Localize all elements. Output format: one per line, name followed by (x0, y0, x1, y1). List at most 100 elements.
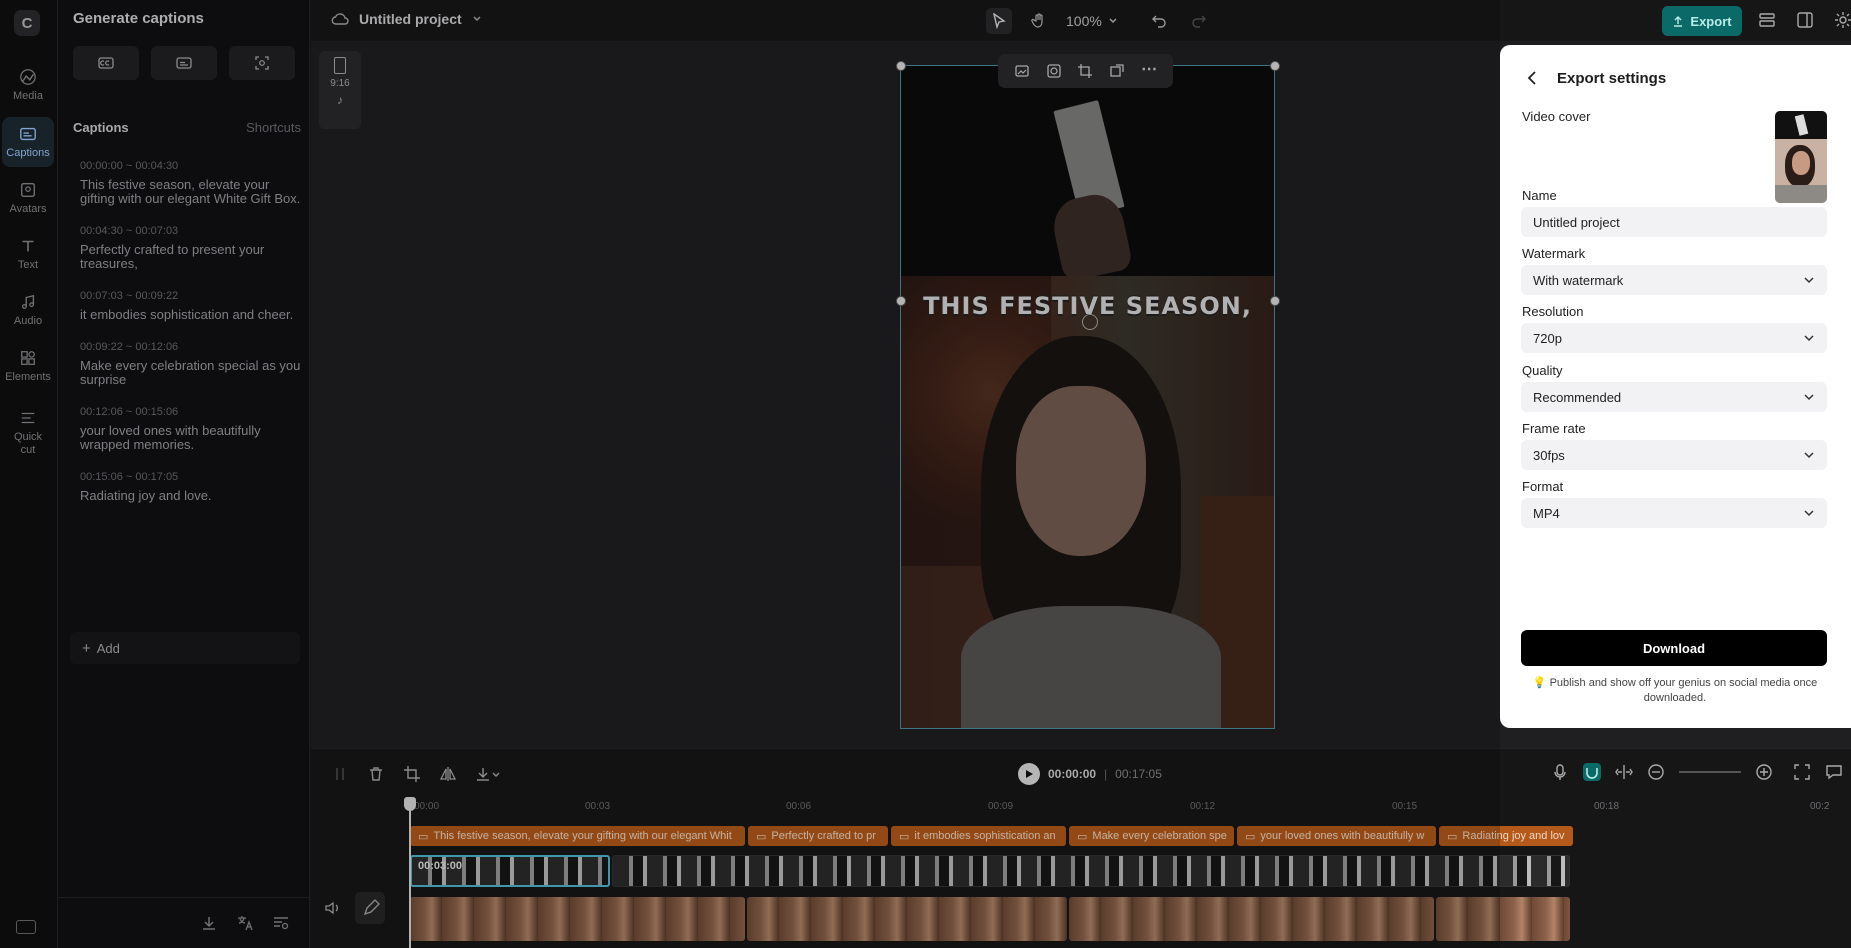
zoom-value: 100% (1066, 13, 1102, 29)
video-clip[interactable] (1068, 897, 1435, 941)
rail-item-audio[interactable]: Audio (2, 285, 54, 335)
layers-icon[interactable] (1757, 10, 1777, 30)
caption-text[interactable]: Radiating joy and love. (80, 489, 302, 503)
caption-item[interactable]: 00:00:00 ~ 00:04:30 This festive season,… (80, 160, 302, 206)
publish-note: 💡 Publish and show off your genius on so… (1522, 676, 1828, 706)
crop-icon[interactable] (1077, 63, 1093, 79)
download-dropdown-icon[interactable] (475, 765, 500, 783)
ruler-tick: 00:2 (1810, 801, 1830, 812)
zoom-select[interactable]: 100% (1066, 13, 1118, 29)
playhead[interactable] (404, 797, 416, 948)
rail-item-quick-cut[interactable]: Quick cut (2, 402, 54, 464)
flip-icon[interactable] (439, 765, 457, 783)
caption-text[interactable]: This festive season, elevate your giftin… (80, 178, 302, 206)
more-options-icon[interactable]: ⋯ (1141, 62, 1157, 79)
video-clip[interactable] (1436, 897, 1570, 941)
rail-item-avatars[interactable]: Avatars (2, 173, 54, 223)
caption-item[interactable]: 00:04:30 ~ 00:07:03 Perfectly crafted to… (80, 225, 302, 271)
rail-item-text[interactable]: Text (2, 229, 54, 279)
caption-clip[interactable]: ▭ Perfectly crafted to pr (748, 826, 888, 846)
caption-clip-text: Radiating joy and lov (1462, 830, 1565, 842)
caption-text[interactable]: it embodies sophistication and cheer. (80, 308, 302, 322)
watermark-select[interactable]: With watermark (1521, 265, 1827, 295)
caption-item[interactable]: 00:09:22 ~ 00:12:06 Make every celebrati… (80, 341, 302, 387)
aspect-ratio-selector[interactable]: 9:16 ♪ (319, 51, 361, 129)
chevron-down-icon (1804, 510, 1814, 517)
app-logo-icon[interactable]: C (14, 10, 40, 36)
rotate-handle-icon[interactable] (1082, 314, 1098, 330)
fit-screen-icon[interactable] (1793, 763, 1811, 781)
name-input[interactable]: Untitled project (1521, 207, 1827, 237)
rail-label-captions: Captions (6, 147, 50, 159)
back-arrow-icon[interactable] (1524, 69, 1542, 87)
magnet-icon[interactable] (1583, 763, 1601, 781)
redo-button[interactable] (1186, 8, 1212, 34)
volume-icon[interactable] (323, 899, 341, 917)
split-icon[interactable] (331, 765, 349, 783)
crop-icon[interactable] (403, 765, 421, 783)
edit-track-button[interactable] (355, 892, 385, 924)
panel-toggle-icon[interactable] (1795, 10, 1815, 30)
split-view-icon[interactable] (1615, 763, 1633, 781)
quality-select[interactable]: Recommended (1521, 382, 1827, 412)
replace-image-icon[interactable] (1014, 63, 1030, 79)
resize-handle-top-right[interactable] (1270, 61, 1280, 71)
select-tool-button[interactable] (986, 8, 1012, 34)
time-ruler[interactable]: 00:00 00:03 00:06 00:09 00:12 00:15 00:1… (410, 801, 1851, 817)
resolution-select[interactable]: 720p (1521, 323, 1827, 353)
transform-icon[interactable] (1109, 63, 1125, 79)
download-captions-icon[interactable] (200, 914, 218, 932)
caption-clip[interactable]: ▭ it embodies sophistication an (891, 826, 1066, 846)
subtitle-button[interactable] (151, 46, 217, 80)
play-button[interactable] (1018, 763, 1040, 785)
rail-item-captions[interactable]: Captions (2, 117, 54, 167)
keyboard-icon[interactable] (16, 920, 36, 934)
microphone-icon[interactable] (1551, 763, 1569, 781)
caption-item[interactable]: 00:07:03 ~ 00:09:22 it embodies sophisti… (80, 290, 302, 322)
caption-clip[interactable]: ▭ Radiating joy and lov (1439, 826, 1573, 846)
zoom-in-icon[interactable] (1755, 763, 1773, 781)
settings-gear-icon[interactable] (1833, 10, 1851, 30)
caption-clip[interactable]: ▭ This festive season, elevate your gifti… (410, 826, 745, 846)
video-clip[interactable] (410, 897, 746, 941)
hand-tool-button[interactable] (1026, 8, 1052, 34)
timeline: 00:00:00 | 00:17:05 00:00 00:03 00:06 00… (311, 748, 1851, 948)
video-clip-selected[interactable]: 00:03:00 (410, 855, 610, 887)
video-clip[interactable] (612, 855, 1570, 887)
caption-text[interactable]: your loved ones with beautifully wrapped… (80, 424, 302, 452)
rail-item-media[interactable]: Media (2, 60, 54, 110)
project-menu[interactable]: Untitled project (331, 11, 482, 27)
resize-handle-mid-left[interactable] (896, 296, 906, 306)
video-clip[interactable] (747, 897, 1067, 941)
add-caption-button[interactable]: + Add (70, 632, 300, 664)
resize-handle-mid-right[interactable] (1270, 296, 1280, 306)
caption-clip[interactable]: ▭ Make every celebration spe (1069, 826, 1234, 846)
translate-icon[interactable] (236, 914, 254, 932)
undo-button[interactable] (1146, 8, 1172, 34)
remove-background-icon[interactable] (1046, 63, 1062, 79)
ruler-tick: 00:18 (1594, 801, 1620, 812)
caption-clip[interactable]: ▭ your loved ones with beautifully w (1237, 826, 1436, 846)
video-preview[interactable]: THIS FESTIVE SEASON, (901, 66, 1274, 728)
zoom-out-icon[interactable] (1647, 763, 1665, 781)
caption-item[interactable]: 00:12:06 ~ 00:15:06 your loved ones with… (80, 406, 302, 452)
shortcuts-link[interactable]: Shortcuts (246, 120, 301, 135)
auto-detect-button[interactable] (229, 46, 295, 80)
caption-clip-icon: ▭ (899, 830, 910, 843)
video-cover-thumbnail[interactable] (1775, 111, 1827, 203)
caption-item[interactable]: 00:15:06 ~ 00:17:05 Radiating joy and lo… (80, 471, 302, 503)
cc-button[interactable] (73, 46, 139, 80)
export-button[interactable]: Export (1662, 6, 1742, 36)
comment-icon[interactable] (1825, 763, 1843, 781)
caption-text[interactable]: Perfectly crafted to present your treasu… (80, 243, 302, 271)
delete-icon[interactable] (367, 765, 385, 783)
caption-text[interactable]: Make every celebration special as you su… (80, 359, 302, 387)
resize-handle-top-left[interactable] (896, 61, 906, 71)
find-replace-icon[interactable] (272, 914, 290, 932)
rail-item-elements[interactable]: Elements (2, 341, 54, 391)
zoom-slider[interactable] (1679, 771, 1741, 773)
format-select[interactable]: MP4 (1521, 498, 1827, 528)
project-name: Untitled project (359, 11, 462, 27)
frame-rate-select[interactable]: 30fps (1521, 440, 1827, 470)
download-button[interactable]: Download (1521, 630, 1827, 666)
